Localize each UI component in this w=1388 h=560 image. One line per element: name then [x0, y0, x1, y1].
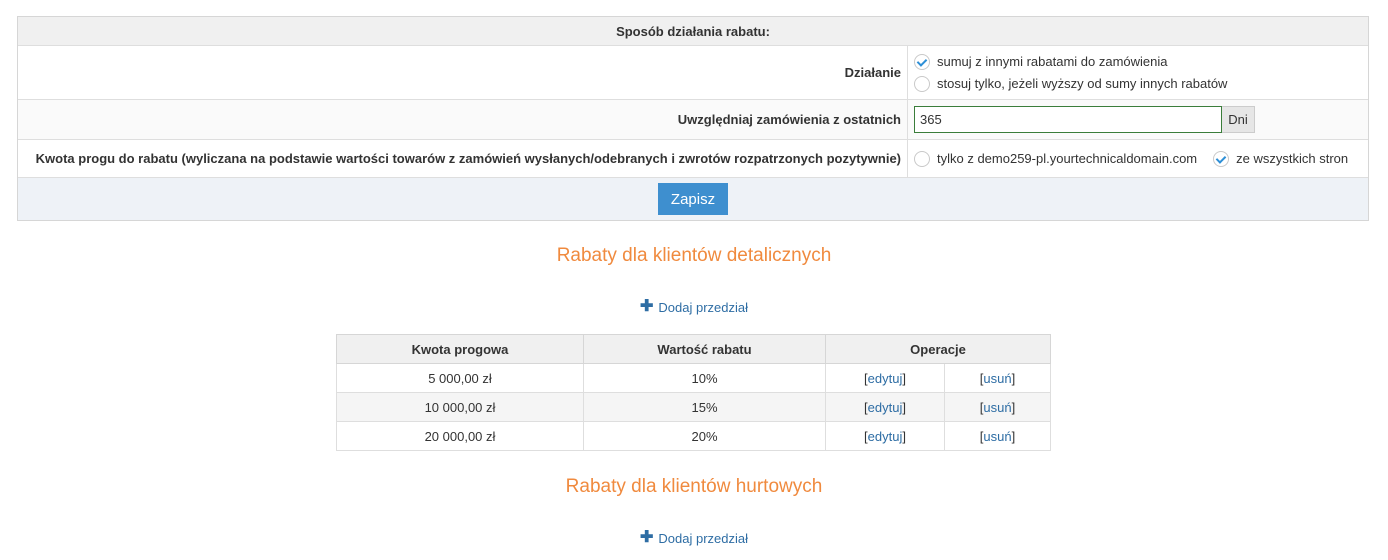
col-kwota-header: Kwota progowa: [336, 334, 584, 364]
cell-kwota: 20 000,00 zł: [336, 421, 584, 451]
delete-link[interactable]: usuń: [983, 429, 1011, 444]
prog-option-domain[interactable]: tylko z demo259-pl.yourtechnicaldomain.c…: [914, 150, 1198, 167]
prog-options: tylko z demo259-pl.yourtechnicaldomain.c…: [908, 140, 1368, 177]
plus-icon: ✚: [639, 298, 654, 315]
days-unit-addon: Dni: [1222, 106, 1255, 133]
col-wartosc-header: Wartość rabatu: [583, 334, 826, 364]
prog-option-all-label: ze wszystkich stron: [1236, 151, 1349, 166]
table-header-row: Kwota progowa Wartość rabatu Operacje: [336, 334, 1051, 364]
wholesale-section-title: Rabaty dla klientów hurtowych: [565, 476, 823, 497]
edit-link[interactable]: edytuj: [868, 371, 903, 386]
radio-checked-icon[interactable]: [914, 53, 930, 70]
table-row: 5 000,00 zł 10% [edytuj] [usuń]: [336, 363, 1051, 393]
retail-section-title: Rabaty dla klientów detalicznych: [556, 245, 832, 266]
cell-wartosc: 20%: [583, 421, 826, 451]
cell-edit: [edytuj]: [825, 363, 945, 393]
settings-header-title: Sposób działania rabatu:: [616, 23, 770, 39]
cell-delete: [usuń]: [944, 421, 1051, 451]
edit-link[interactable]: edytuj: [868, 429, 903, 444]
cell-delete: [usuń]: [944, 392, 1051, 422]
radio-checked-icon[interactable]: [1213, 150, 1230, 167]
cell-delete: [usuń]: [944, 363, 1051, 393]
discount-settings-panel: Sposób działania rabatu: Działanie sumuj…: [17, 16, 1369, 221]
dzialanie-option-sum-label: sumuj z innymi rabatami do zamówienia: [937, 54, 1168, 69]
cell-wartosc: 10%: [583, 363, 826, 393]
settings-header: Sposób działania rabatu:: [18, 17, 1368, 45]
plus-icon: ✚: [639, 529, 654, 546]
edit-link[interactable]: edytuj: [868, 400, 903, 415]
cell-edit: [edytuj]: [825, 421, 945, 451]
delete-link[interactable]: usuń: [983, 400, 1011, 415]
days-input[interactable]: [914, 106, 1222, 133]
prog-option-domain-label: tylko z demo259-pl.yourtechnicaldomain.c…: [937, 151, 1198, 166]
retail-tiers-table: Kwota progowa Wartość rabatu Operacje 5 …: [336, 334, 1051, 451]
ostatnich-label: Uwzględniaj zamówienia z ostatnich: [18, 100, 908, 139]
save-button[interactable]: Zapisz: [658, 183, 728, 215]
radio-unchecked-icon[interactable]: [914, 150, 930, 167]
dzialanie-option-sum[interactable]: sumuj z innymi rabatami do zamówienia: [914, 53, 1368, 70]
dzialanie-option-higher-label: stosuj tylko, jeżeli wyższy od sumy inny…: [937, 76, 1228, 91]
radio-unchecked-icon[interactable]: [914, 75, 930, 92]
table-row: 10 000,00 zł 15% [edytuj] [usuń]: [336, 392, 1051, 422]
retail-add-tier-link[interactable]: ✚ Dodaj przedział: [0, 299, 1388, 315]
dzialanie-options: sumuj z innymi rabatami do zamówienia st…: [908, 46, 1368, 99]
row-dzialanie: Działanie sumuj z innymi rabatami do zam…: [18, 45, 1368, 99]
retail-add-tier-label: Dodaj przedział: [658, 299, 748, 315]
delete-link[interactable]: usuń: [983, 371, 1011, 386]
cell-wartosc: 15%: [583, 392, 826, 422]
col-operacje-header: Operacje: [825, 334, 1051, 364]
row-prog: Kwota progu do rabatu (wyliczana na pods…: [18, 139, 1368, 177]
row-save: Zapisz: [18, 177, 1368, 220]
prog-label: Kwota progu do rabatu (wyliczana na pods…: [18, 140, 908, 177]
wholesale-add-tier-label: Dodaj przedział: [658, 530, 748, 546]
dzialanie-option-higher[interactable]: stosuj tylko, jeżeli wyższy od sumy inny…: [914, 75, 1368, 92]
wholesale-add-tier-link[interactable]: ✚ Dodaj przedział: [0, 530, 1388, 546]
cell-kwota: 10 000,00 zł: [336, 392, 584, 422]
ostatnich-input-group: Dni: [908, 100, 1368, 139]
row-ostatnich: Uwzględniaj zamówienia z ostatnich Dni: [18, 99, 1368, 139]
dzialanie-label: Działanie: [18, 46, 908, 99]
cell-kwota: 5 000,00 zł: [336, 363, 584, 393]
cell-edit: [edytuj]: [825, 392, 945, 422]
prog-option-all[interactable]: ze wszystkich stron: [1213, 150, 1349, 167]
table-row: 20 000,00 zł 20% [edytuj] [usuń]: [336, 421, 1051, 451]
